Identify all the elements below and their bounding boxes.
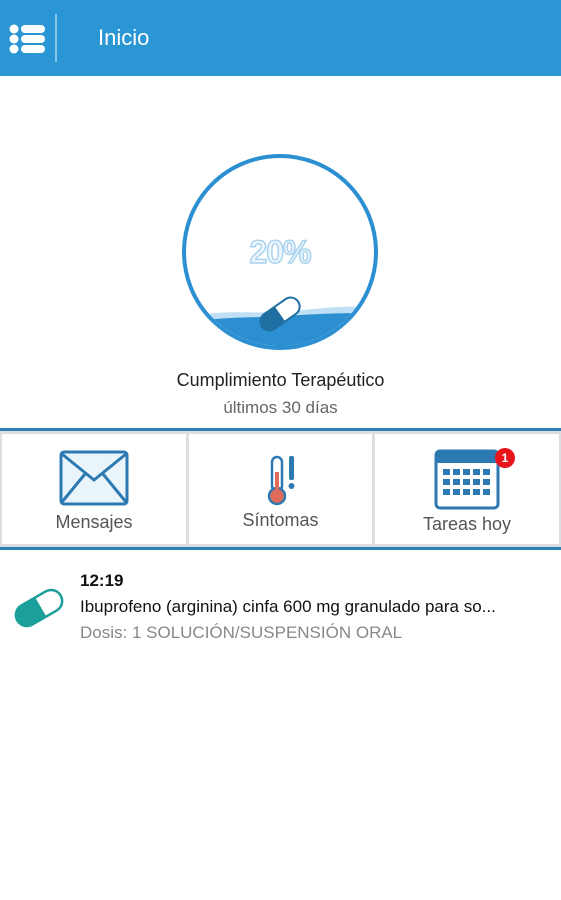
list-menu-icon [9, 24, 45, 54]
tasks-today-label: Tareas hoy [422, 514, 512, 534]
menu-button[interactable] [0, 0, 56, 76]
thermometer-alert-icon [267, 455, 295, 506]
symptoms-tile[interactable]: Síntomas [189, 434, 372, 544]
envelope-icon [59, 450, 129, 506]
tasks-count-badge: 1 [495, 448, 515, 468]
shortcut-tiles: Mensajes Síntomas 1 Tareas hoy [0, 428, 561, 550]
dose-time: 12:19 [80, 571, 124, 590]
calendar-icon [434, 449, 500, 510]
messages-tile[interactable]: Mensajes [2, 434, 186, 544]
tasks-today-tile[interactable]: 1 Tareas hoy [375, 434, 559, 544]
compliance-title: Cumplimiento Terapéutico [176, 370, 385, 390]
app-bar: Inicio [0, 0, 561, 76]
dose-amount: Dosis: 1 SOLUCIÓN/SUSPENSIÓN ORAL [80, 623, 403, 642]
page-title: Inicio [98, 25, 150, 50]
symptoms-label: Síntomas [242, 510, 319, 530]
medication-name: Ibuprofeno (arginina) cinfa 600 mg granu… [80, 597, 496, 616]
messages-label: Mensajes [55, 512, 133, 532]
compliance-percent: 20% [249, 233, 313, 271]
compliance-subtitle: últimos 30 días [223, 398, 338, 417]
pill-capsule-icon [14, 588, 64, 628]
app-bar-divider [55, 14, 57, 62]
